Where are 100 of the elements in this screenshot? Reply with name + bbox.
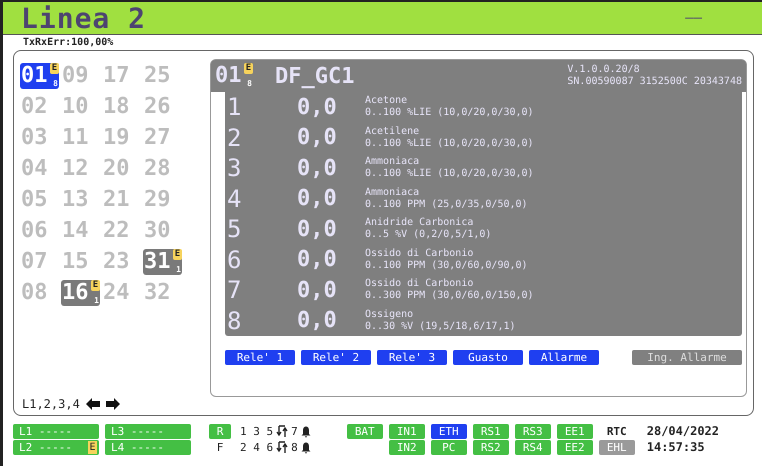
channel-item[interactable]: 06 xyxy=(20,218,53,244)
channel-item[interactable]: 10 xyxy=(61,94,94,120)
line-status: L1 ----- xyxy=(13,424,99,439)
channel-item[interactable]: 02 xyxy=(20,94,53,120)
channel-item[interactable]: 24 xyxy=(102,280,135,306)
relay-outputs: 1 3 5 xyxy=(240,425,274,438)
gas-name: Ossido di Carbonio xyxy=(365,248,474,260)
date-text: 28/04/2022 xyxy=(646,424,719,439)
gas-range: 0..300 PPM (30,0/60,0/150,0) xyxy=(365,290,534,302)
status-indicator: BAT xyxy=(346,424,383,439)
device-name: DF_GC1 xyxy=(275,64,356,88)
bell-icon xyxy=(300,442,311,454)
channel-item[interactable]: 09 xyxy=(61,63,94,89)
version-text: V.1.0.0.20/8 xyxy=(567,64,640,76)
channel-item[interactable]: 15 xyxy=(61,249,94,275)
gas-name: Anidride Carbonica xyxy=(365,217,474,229)
relay-label: R xyxy=(209,424,231,439)
channel-item[interactable]: 07 xyxy=(20,249,53,275)
status-indicator: RS3 xyxy=(514,424,551,439)
error-badge: E xyxy=(173,249,182,260)
sensor-value: 0,0 xyxy=(297,278,338,303)
status-indicator: RS1 xyxy=(472,424,509,439)
channel-item[interactable]: 13 xyxy=(61,187,94,213)
gas-range: 0..100 PPM (25,0/35,0/50,0) xyxy=(365,198,528,211)
channel-item[interactable]: 30 xyxy=(143,218,176,244)
relay-button[interactable]: Allarme xyxy=(529,350,599,365)
relay-button[interactable]: Rele' 3 xyxy=(377,350,447,365)
line-status: L3 ----- xyxy=(105,424,191,439)
channel-item[interactable]: 08 xyxy=(20,280,53,306)
arrow-left-icon[interactable] xyxy=(86,398,100,410)
channel-item[interactable]: 27 xyxy=(143,125,176,151)
error-badge: E xyxy=(91,280,100,291)
gas-range: 0..5 %V (0,2/0,5/1,0) xyxy=(365,229,492,242)
channel-item[interactable]: 23 xyxy=(102,249,135,275)
status-indicator: RS2 xyxy=(472,440,509,455)
relay-outputs: 2 4 6 xyxy=(240,441,274,454)
channel-item[interactable]: 29 xyxy=(143,187,176,213)
serial-text: SN.00590087 3152500C 20343748 xyxy=(567,76,742,88)
channel-item[interactable]: 18 xyxy=(102,94,135,120)
relay-output: 7 xyxy=(291,425,298,438)
status-indicator: IN1 xyxy=(388,424,425,439)
channel-item[interactable]: 14 xyxy=(61,218,94,244)
relay-button[interactable]: Ing. Allarme xyxy=(632,350,742,365)
gas-name: Ossigeno xyxy=(365,308,414,321)
relay-label: F xyxy=(216,440,224,455)
relay-button[interactable]: Rele' 1 xyxy=(225,350,295,365)
channel-item[interactable]: 22 xyxy=(102,218,135,244)
line-status: L2 ----- E xyxy=(13,440,99,455)
line-status: L4 ----- xyxy=(105,440,191,455)
channel-item[interactable]: 04 xyxy=(20,156,53,182)
status-text: TxRxErr:100,00% xyxy=(23,37,114,48)
status-indicator: RS4 xyxy=(514,440,551,455)
error-badge: E xyxy=(244,63,253,74)
sensor-value: 0,0 xyxy=(297,156,338,181)
relay-button[interactable]: Guasto xyxy=(453,350,523,365)
swap-icon xyxy=(276,425,288,438)
error-badge: E xyxy=(88,441,97,454)
gas-range: 0..100 %LIE (10,0/20,0/30,0) xyxy=(365,168,534,180)
gas-range: 0..100 %LIE (10,0/20,0/30,0) xyxy=(365,138,534,150)
channel-item[interactable]: 32 xyxy=(143,280,176,306)
channel-item[interactable]: 19 xyxy=(102,125,135,151)
arrow-right-icon[interactable] xyxy=(106,398,120,410)
channel-item[interactable]: 05 xyxy=(20,187,53,213)
bell-icon xyxy=(300,426,311,438)
channel-item[interactable]: 28 xyxy=(143,156,176,182)
sensor-index: 2 xyxy=(226,124,242,152)
status-indicator: RTC xyxy=(606,424,628,439)
channel-item[interactable]: 12 xyxy=(61,156,94,182)
channel-item[interactable]: 20 xyxy=(102,156,135,182)
gas-name: Ammoniaca xyxy=(365,156,420,168)
sensor-index: 8 xyxy=(226,306,242,335)
sensor-value: 0,0 xyxy=(297,94,338,120)
sensor-value: 0,0 xyxy=(297,247,338,272)
sensor-index: 6 xyxy=(226,246,242,274)
channel-item[interactable]: 17 xyxy=(102,63,135,89)
gas-name: Acetone xyxy=(365,95,408,108)
gas-range: 0..30 %V (19,5/18,6/17,1) xyxy=(365,320,516,333)
relay-button[interactable]: Rele' 2 xyxy=(301,350,371,365)
status-indicator: EE1 xyxy=(556,424,593,439)
channel-item[interactable]: 25 xyxy=(143,63,176,89)
channel-item[interactable]: 21 xyxy=(102,187,135,213)
channel-item[interactable]: 26 xyxy=(143,94,176,120)
sensor-value: 0,0 xyxy=(297,308,338,334)
gas-name: Ammoniaca xyxy=(365,186,420,199)
channel-item[interactable]: 03 xyxy=(20,125,53,151)
sensor-index: 4 xyxy=(226,184,242,213)
sensor-index: 5 xyxy=(226,215,242,244)
window-title: Linea 2 xyxy=(21,2,146,34)
status-indicator: EE2 xyxy=(556,440,593,455)
gas-range: 0..100 PPM (30,0/60,0/90,0) xyxy=(365,260,528,272)
status-indicator: EHL xyxy=(598,440,635,455)
sensor-count: 1 xyxy=(176,265,181,274)
time-text: 14:57:35 xyxy=(646,440,706,455)
gas-name: Acetilene xyxy=(365,126,420,138)
sensor-value: 0,0 xyxy=(297,186,338,212)
channel-item[interactable]: 11 xyxy=(61,125,94,151)
sensor-value: 0,0 xyxy=(297,216,338,242)
sensor-value: 0,0 xyxy=(297,125,338,150)
swap-icon xyxy=(276,441,288,454)
gas-range: 0..100 %LIE (10,0/20,0/30,0) xyxy=(365,107,534,120)
